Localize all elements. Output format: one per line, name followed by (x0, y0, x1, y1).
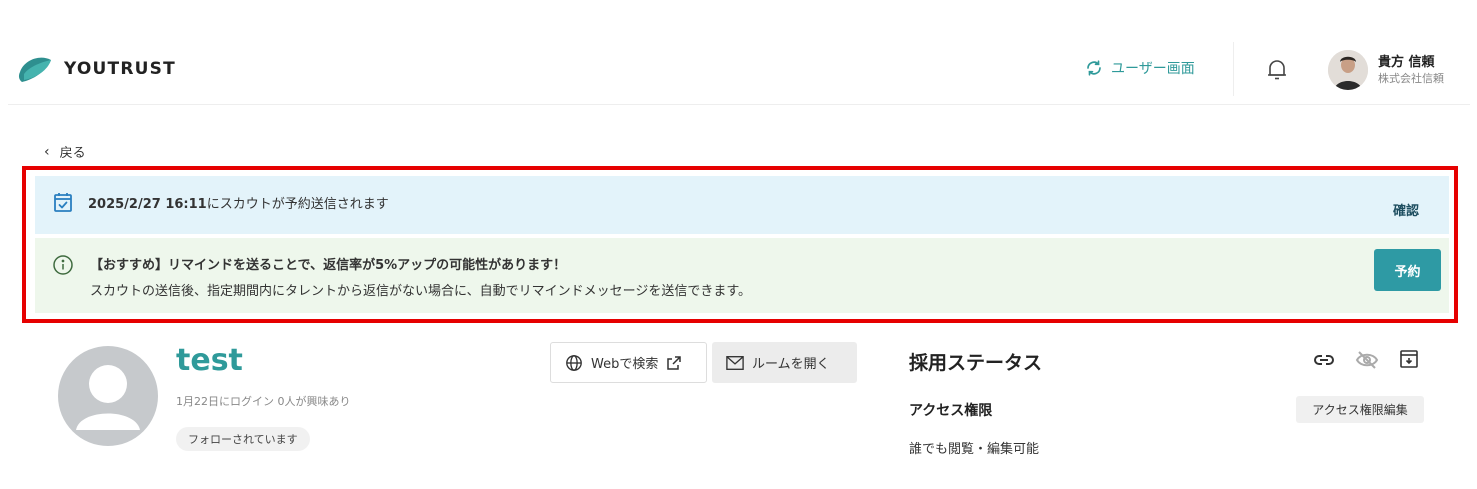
open-room-label: ルームを開く (752, 357, 830, 372)
link-icon[interactable] (1313, 349, 1335, 375)
remind-description: スカウトの送信後、指定期間内にタレントから返信がない場合に、自動でリマインドメッ… (90, 284, 752, 299)
avatar (1328, 50, 1368, 90)
profile-avatar (58, 346, 158, 446)
web-search-button[interactable]: Webで検索 (550, 342, 707, 383)
archive-icon[interactable] (1399, 349, 1419, 373)
user-name: 貴方 信頼 (1378, 54, 1435, 70)
bell-icon[interactable] (1266, 58, 1288, 86)
logo-mark-icon (18, 54, 54, 84)
logo[interactable]: YOUTRUST (18, 54, 176, 84)
globe-icon (566, 354, 582, 371)
mail-icon (726, 355, 744, 370)
follow-status-badge: フォローされています (176, 427, 310, 451)
confirm-button[interactable]: 確認 (1393, 200, 1419, 219)
edit-access-button[interactable]: アクセス権限編集 (1296, 396, 1424, 423)
open-room-button[interactable]: ルームを開く (712, 342, 857, 383)
scheduled-text: にスカウトが予約送信されます (206, 197, 389, 212)
switch-to-user-view-link[interactable]: ユーザー画面 (1085, 58, 1195, 78)
header-divider (1233, 42, 1234, 96)
profile-name: test (176, 343, 243, 378)
switch-label: ユーザー画面 (1111, 61, 1195, 77)
scheduled-datetime: 2025/2/27 16:11 (88, 197, 207, 212)
user-company: 株式会社信頼 (1378, 71, 1444, 85)
web-search-label: Webで検索 (591, 357, 659, 372)
calendar-check-icon (53, 191, 73, 217)
access-permission-title: アクセス権限 (909, 403, 993, 419)
info-icon (52, 254, 74, 280)
back-link[interactable]: ‹ 戻る (44, 142, 86, 162)
recruitment-status-title: 採用ステータス (909, 352, 1043, 374)
refresh-icon (1087, 60, 1101, 76)
scheduled-message: 2025/2/27 16:11にスカウトが予約送信されます (88, 193, 389, 212)
profile-meta: 1月22日にログイン 0人が興味あり (176, 395, 351, 408)
external-link-icon (667, 355, 682, 370)
remind-recommendation-banner: 【おすすめ】リマインドを送ることで、返信率が5%アップの可能性があります！ スカ… (35, 238, 1449, 313)
access-permission-value: 誰でも閲覧・編集可能 (909, 442, 1040, 457)
eye-off-icon[interactable] (1355, 349, 1379, 375)
back-label: 戻る (59, 146, 86, 161)
remind-title: 【おすすめ】リマインドを送ることで、返信率が5%アップの可能性があります！ (90, 258, 567, 273)
app-header: YOUTRUST ユーザー画面 貴方 信頼 株式会社信頼 (8, 0, 1470, 105)
chevron-left-icon: ‹ (44, 143, 50, 160)
scheduled-send-banner: 2025/2/27 16:11にスカウトが予約送信されます 確認 (35, 176, 1449, 234)
reserve-button[interactable]: 予約 (1374, 249, 1441, 291)
user-menu[interactable]: 貴方 信頼 株式会社信頼 (1328, 50, 1444, 90)
brand-name: YOUTRUST (64, 59, 176, 79)
